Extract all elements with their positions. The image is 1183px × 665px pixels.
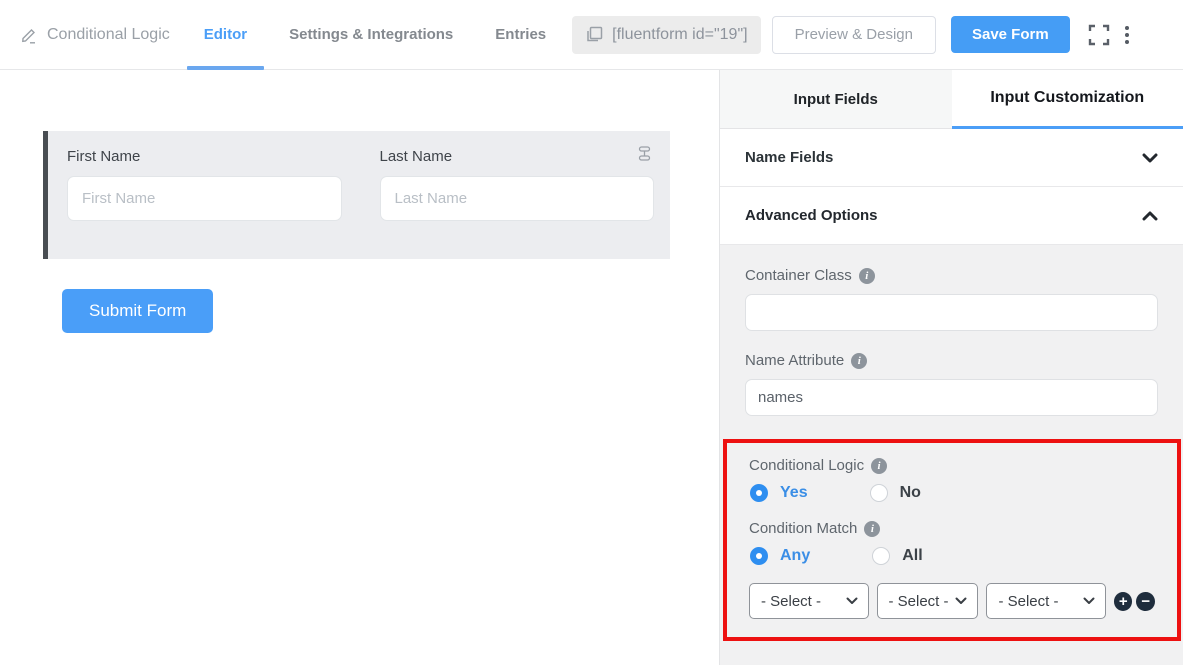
first-name-input[interactable] [67, 176, 342, 221]
conditional-logic-highlight: Conditional Logic i Yes No Condition Mat… [723, 439, 1181, 641]
condition-rule-row: - Select - - Select - - Select - + − [749, 583, 1155, 619]
first-name-label: First Name [67, 148, 141, 165]
panel-tabs: Input Fields Input Customization [720, 70, 1183, 129]
condition-match-label: Condition Match [749, 520, 858, 537]
radio-no[interactable]: No [869, 484, 921, 502]
accordion-name-fields[interactable]: Name Fields [720, 129, 1183, 187]
name-fields-block[interactable]: First Name Last Name [43, 131, 670, 259]
conditional-logic-label: Conditional Logic [749, 457, 865, 474]
save-form-button[interactable]: Save Form [950, 16, 1070, 53]
kebab-menu-icon[interactable] [1124, 25, 1129, 44]
info-icon[interactable]: i [871, 457, 888, 474]
condition-match-radio-group: Any All [750, 547, 1155, 565]
tab-entries[interactable]: Entries [495, 0, 546, 70]
radio-unchecked-icon [869, 484, 888, 502]
remove-condition-icon[interactable]: − [1136, 591, 1155, 611]
info-icon[interactable]: i [858, 267, 875, 284]
chevron-down-icon [1083, 597, 1095, 605]
info-icon[interactable]: i [864, 520, 881, 537]
radio-any[interactable]: Any [750, 547, 810, 565]
radio-checked-icon [750, 547, 768, 565]
active-tab-underline [186, 65, 265, 70]
shortcode-field[interactable]: [fluentform id="19"] [572, 15, 761, 54]
copy-icon [585, 25, 604, 44]
last-name-field: Last Name [379, 148, 654, 221]
conditional-logic-radio-group: Yes No [750, 484, 1155, 502]
pencil-icon[interactable] [20, 26, 38, 44]
name-attribute-label: Name Attribute [745, 352, 845, 369]
form-canvas: First Name Last Name Submit Form [0, 70, 719, 665]
tab-editor[interactable]: Editor [186, 0, 265, 70]
radio-unchecked-icon [872, 547, 891, 565]
first-name-field: First Name [67, 148, 342, 221]
chevron-down-icon [846, 597, 858, 605]
chevron-up-icon [1142, 211, 1158, 221]
radio-all[interactable]: All [872, 547, 923, 565]
accordion-advanced-options[interactable]: Advanced Options [720, 187, 1183, 245]
condition-operator-select[interactable]: - Select - [876, 583, 979, 619]
container-class-label: Container Class [745, 267, 852, 284]
settings-panel: Input Fields Input Customization Name Fi… [719, 70, 1183, 665]
container-class-input[interactable] [745, 294, 1158, 331]
tab-settings-integrations[interactable]: Settings & Integrations [289, 0, 453, 70]
fullscreen-icon[interactable] [1087, 23, 1111, 47]
field-options-icon[interactable] [637, 145, 652, 162]
condition-field-select[interactable]: - Select - [749, 583, 869, 619]
radio-yes[interactable]: Yes [750, 484, 808, 502]
submit-form-button[interactable]: Submit Form [62, 289, 214, 333]
condition-value-select[interactable]: - Select - [986, 583, 1106, 619]
add-condition-icon[interactable]: + [1113, 591, 1133, 611]
main-area: First Name Last Name Submit Form Input F… [0, 70, 1183, 665]
last-name-input[interactable] [379, 176, 654, 221]
form-title-text: Conditional Logic [47, 25, 170, 43]
main-nav-tabs: Editor Settings & Integrations Entries [186, 0, 546, 70]
tab-input-customization[interactable]: Input Customization [951, 70, 1183, 129]
chevron-down-icon [955, 597, 967, 605]
form-title: Conditional Logic [20, 26, 170, 44]
top-toolbar: Conditional Logic Editor Settings & Inte… [0, 0, 1183, 70]
last-name-label: Last Name [379, 148, 453, 165]
tab-input-fields[interactable]: Input Fields [720, 70, 952, 129]
radio-checked-icon [750, 484, 768, 502]
info-icon[interactable]: i [851, 352, 868, 369]
chevron-down-icon [1142, 153, 1158, 163]
shortcode-text: [fluentform id="19"] [612, 25, 748, 43]
advanced-options-body: Container Class i Name Attribute i Condi… [720, 245, 1183, 665]
name-attribute-input[interactable] [745, 379, 1158, 416]
preview-design-button[interactable]: Preview & Design [771, 15, 936, 54]
